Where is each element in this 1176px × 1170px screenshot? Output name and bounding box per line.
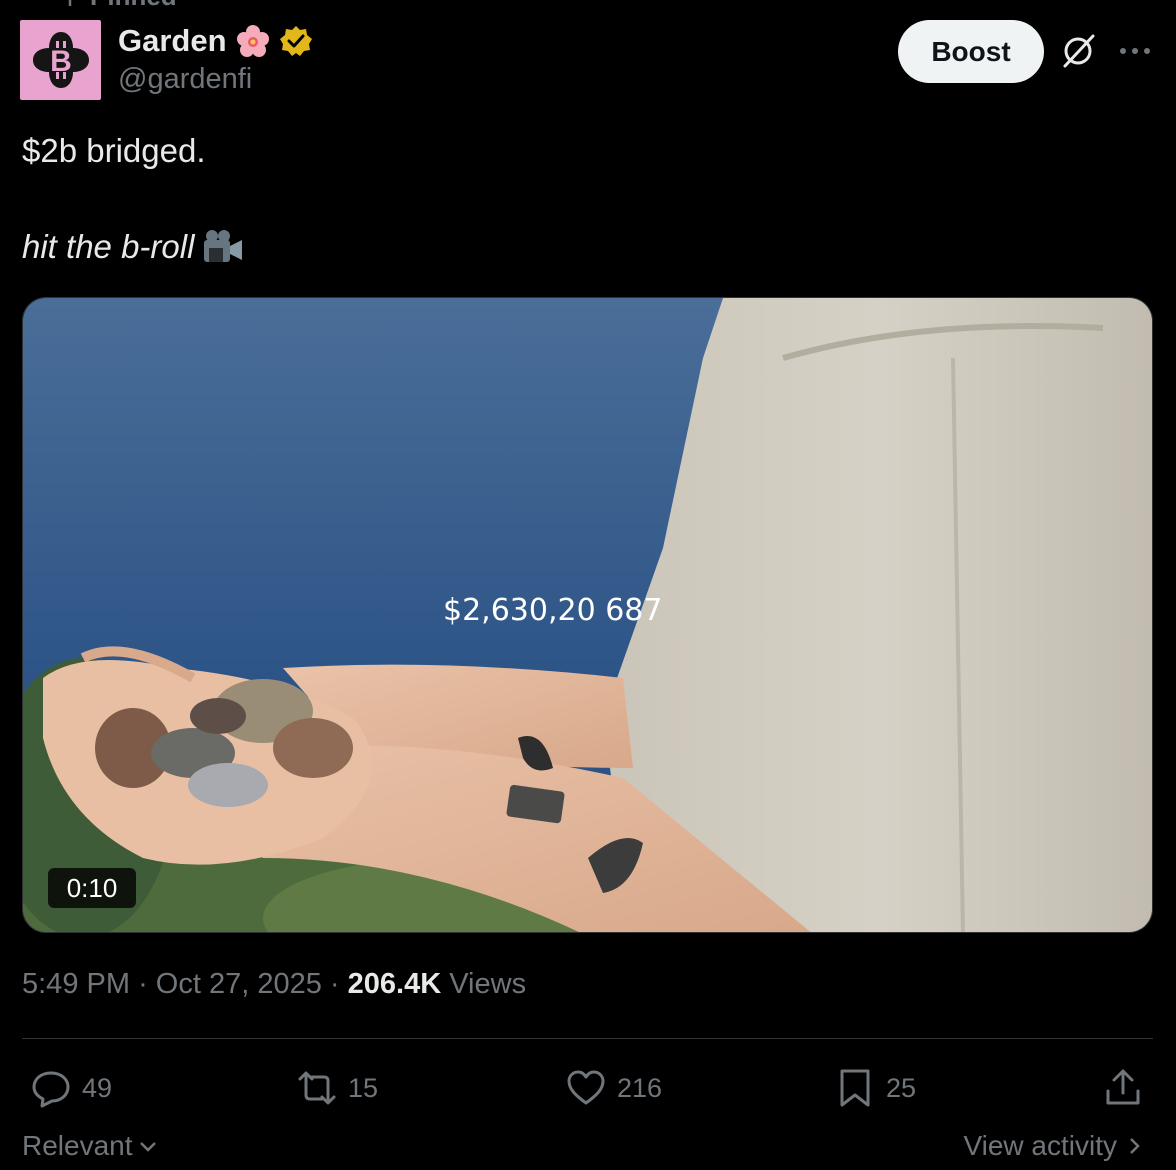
view-activity-link[interactable]: View activity <box>963 1130 1145 1162</box>
boost-button[interactable]: Boost <box>898 20 1044 83</box>
pinned-indicator: Pinned <box>60 0 177 11</box>
pin-icon <box>68 0 72 6</box>
sort-label: Relevant <box>22 1130 133 1161</box>
bookmark-icon <box>840 1069 870 1107</box>
chevron-right-icon <box>1130 1138 1140 1154</box>
cherry-blossom-icon <box>236 25 269 57</box>
more-options-icon[interactable] <box>1115 36 1155 66</box>
reply-sort-row: Relevant View activity <box>22 1130 1153 1170</box>
tweet-date[interactable]: Oct 27, 2025 <box>156 968 322 1000</box>
tweet-header: B Garden @gardenfi Boost <box>20 20 1156 102</box>
tweet-meta: 5:49 PM · Oct 27, 2025 · 206.4K Views <box>22 968 526 1001</box>
repost-button[interactable]: 15 <box>296 1060 378 1116</box>
like-button[interactable]: 216 <box>565 1060 662 1116</box>
bookmark-count: 25 <box>886 1072 917 1103</box>
svg-text:B: B <box>50 45 72 78</box>
views-count: 206.4K <box>347 968 442 1000</box>
repost-count: 15 <box>348 1072 379 1103</box>
video-duration: 0:10 <box>48 868 136 908</box>
action-bar: 49 15 216 25 <box>22 1060 1153 1116</box>
reply-button[interactable]: 49 <box>30 1060 112 1116</box>
views-label: Views <box>449 968 527 1000</box>
verified-badge-icon[interactable] <box>279 24 313 58</box>
avatar[interactable]: B <box>20 20 101 100</box>
divider <box>22 1038 1153 1039</box>
repost-icon <box>298 1071 336 1105</box>
garden-logo-icon: B <box>32 32 89 88</box>
author-display-name[interactable]: Garden <box>118 23 227 59</box>
sort-replies-dropdown[interactable]: Relevant <box>22 1130 159 1162</box>
video-player[interactable]: $2,630,20 687 0:10 <box>22 297 1153 933</box>
share-button[interactable] <box>1102 1060 1144 1116</box>
video-frame: $2,630,20 687 <box>23 298 1152 932</box>
heart-icon <box>567 1070 605 1105</box>
video-overlay-text: $2,630,20 687 <box>443 593 662 628</box>
tweet-time[interactable]: 5:49 PM <box>22 968 130 1000</box>
pinned-label: Pinned <box>90 0 177 12</box>
tweet-text-line-2-label: hit the b-roll <box>22 228 195 265</box>
like-count: 216 <box>617 1072 663 1103</box>
movie-camera-icon <box>204 230 243 262</box>
meta-separator: · <box>138 968 148 1000</box>
grok-icon[interactable] <box>1059 32 1097 70</box>
bookmark-button[interactable]: 25 <box>834 1060 916 1116</box>
tweet-text-line-2: hit the b-roll <box>22 228 244 266</box>
meta-separator-2: · <box>329 968 340 1000</box>
tweet-text-line-1: $2b bridged. <box>22 132 206 169</box>
share-icon <box>1106 1069 1140 1105</box>
reply-icon <box>32 1071 70 1108</box>
view-activity-label: View activity <box>963 1130 1117 1161</box>
chevron-down-icon <box>139 1142 156 1152</box>
reply-count: 49 <box>82 1072 113 1103</box>
author-handle[interactable]: @gardenfi <box>118 63 313 96</box>
